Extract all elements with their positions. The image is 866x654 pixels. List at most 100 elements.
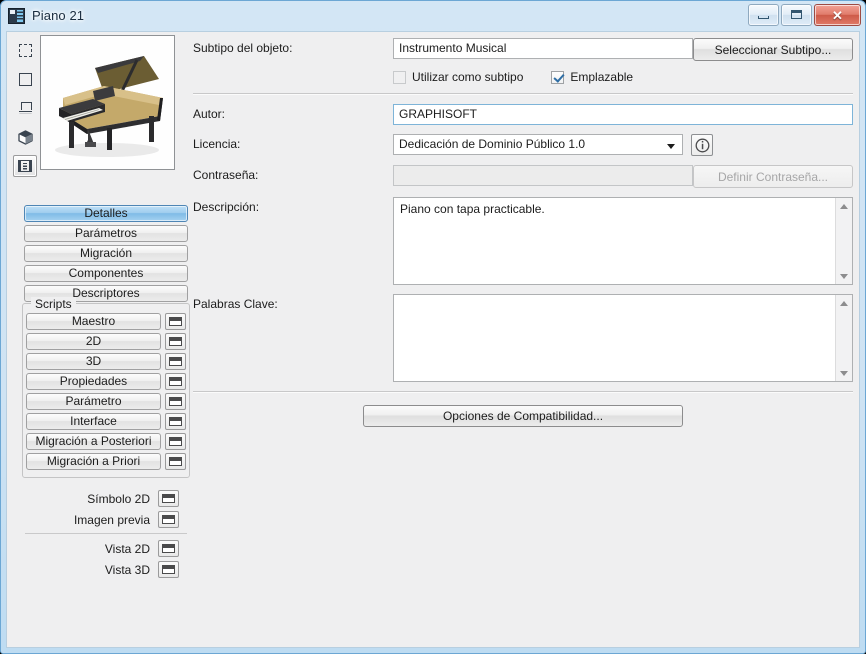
description-scrollbar[interactable]	[835, 198, 852, 284]
license-info-button[interactable]	[691, 134, 713, 156]
filmstrip-icon	[18, 160, 32, 172]
sidebar-item-migracion[interactable]: Migración	[24, 245, 188, 262]
minimize-icon	[758, 16, 769, 19]
open-window-icon-simbolo-2d[interactable]	[158, 490, 179, 507]
archicad-object-icon	[8, 7, 25, 24]
open-window-icon-3d[interactable]	[165, 353, 186, 370]
subtype-label: Subtipo del objeto:	[193, 41, 293, 55]
checkbox-label-utilizar-como-subtipo: Utilizar como subtipo	[412, 70, 524, 84]
title-bar: Piano 21 ✕	[1, 1, 865, 30]
checkbox-utilizar-como-subtipo[interactable]: Utilizar como subtipo	[393, 70, 523, 84]
keywords-textarea[interactable]	[393, 294, 853, 382]
script-row-migracion-priori: Migración a Priori	[26, 453, 186, 470]
keywords-row: Palabras Clave:	[193, 294, 853, 382]
open-window-icon-migracion-a-priori[interactable]	[165, 453, 186, 470]
script-row-2d: 2D	[26, 333, 186, 350]
sidebar-item-parametros[interactable]: Parámetros	[24, 225, 188, 242]
window-controls: ✕	[748, 4, 861, 26]
restore-button[interactable]	[781, 4, 812, 26]
license-select[interactable]: Dedicación de Dominio Público 1.0	[393, 134, 683, 155]
description-row: Descripción: Piano con tapa practicable.	[193, 197, 853, 285]
subtype-options-row: Utilizar como subtipo Emplazable	[193, 70, 853, 84]
scripts-group: Scripts Maestro 2D 3D Propiedades Paráme…	[22, 297, 190, 478]
author-input[interactable]: GRAPHISOFT	[393, 104, 853, 125]
2d-symbol-dashed-icon[interactable]	[13, 39, 37, 61]
preview-square-icon[interactable]	[13, 68, 37, 90]
3d-cube-icon[interactable]	[13, 126, 37, 148]
scroll-down-icon-description[interactable]	[836, 268, 852, 284]
script-button-3d[interactable]: 3D	[26, 353, 161, 370]
subtype-options-spacer	[193, 70, 393, 73]
open-window-icon-migracion-a-posteriori[interactable]	[165, 433, 186, 450]
checkbox-label-emplazable: Emplazable	[570, 70, 634, 84]
sidebar-item-detalles[interactable]: Detalles	[24, 205, 188, 222]
checkbox-box-emplazable[interactable]	[551, 70, 565, 84]
details-panel: Subtipo del objeto: Instrumento Musical …	[193, 38, 853, 427]
script-button-propiedades[interactable]: Propiedades	[26, 373, 161, 390]
subtype-input[interactable]: Instrumento Musical	[393, 38, 693, 59]
cube-icon	[17, 129, 33, 145]
panel-divider-top	[193, 93, 853, 95]
open-window-icon-propiedades[interactable]	[165, 373, 186, 390]
script-row-migracion-posteriori: Migración a Posteriori	[26, 433, 186, 450]
restore-icon	[791, 10, 802, 19]
select-subtype-button[interactable]: Seleccionar Subtipo...	[693, 38, 853, 61]
script-row-3d: 3D	[26, 353, 186, 370]
script-row-parametro: Parámetro	[26, 393, 186, 410]
view-row-label-vista-2d: Vista 2D	[104, 541, 150, 556]
password-label: Contraseña:	[193, 168, 259, 182]
scroll-up-icon-description[interactable]	[836, 198, 852, 214]
object-preview	[40, 35, 175, 170]
minimize-button[interactable]	[748, 4, 779, 26]
script-button-maestro[interactable]: Maestro	[26, 313, 161, 330]
checkbox-emplazable[interactable]: Emplazable	[551, 70, 633, 84]
view-row-imagen-previa: Imagen previa	[22, 509, 190, 530]
license-label: Licencia:	[193, 137, 241, 151]
keywords-scrollbar[interactable]	[835, 295, 852, 381]
open-window-icon-parametro[interactable]	[165, 393, 186, 410]
preview-row	[10, 35, 175, 177]
open-window-icon-2d[interactable]	[165, 333, 186, 350]
view-row-vista-2d: Vista 2D	[22, 538, 190, 559]
checkbox-box-utilizar-como-subtipo[interactable]	[393, 70, 406, 84]
sidebar-divider	[25, 533, 187, 534]
open-window-icon-vista-2d[interactable]	[158, 540, 179, 557]
script-row-maestro: Maestro	[26, 313, 186, 330]
script-button-parametro[interactable]: Parámetro	[26, 393, 161, 410]
client-area: Detalles Parámetros Migración Componente…	[6, 31, 860, 648]
script-button-interface[interactable]: Interface	[26, 413, 161, 430]
script-button-migracion-a-posteriori[interactable]: Migración a Posteriori	[26, 433, 161, 450]
open-window-icon-vista-3d[interactable]	[158, 561, 179, 578]
scroll-down-icon-keywords[interactable]	[836, 365, 852, 381]
sidebar-item-componentes[interactable]: Componentes	[24, 265, 188, 282]
script-row-interface: Interface	[26, 413, 186, 430]
close-button[interactable]: ✕	[814, 4, 861, 26]
script-button-migracion-a-priori[interactable]: Migración a Priori	[26, 453, 161, 470]
sidebar: Detalles Parámetros Migración Componente…	[10, 33, 190, 648]
nav-button-list: Detalles Parámetros Migración Componente…	[24, 205, 188, 305]
open-window-icon-interface[interactable]	[165, 413, 186, 430]
square-icon	[18, 72, 32, 86]
view-row-label-vista-3d: Vista 3D	[104, 562, 150, 577]
compatibility-row: Opciones de Compatibilidad...	[193, 405, 853, 427]
view-icon-column	[10, 35, 40, 177]
view-row-vista-3d: Vista 3D	[22, 559, 190, 580]
password-input[interactable]	[393, 165, 693, 186]
set-password-button[interactable]: Definir Contraseña...	[693, 165, 853, 188]
open-window-icon-imagen-previa[interactable]	[158, 511, 179, 528]
details-list-icon[interactable]	[13, 155, 37, 177]
panel-divider-bottom	[193, 391, 853, 393]
script-button-2d[interactable]: 2D	[26, 333, 161, 350]
dashed-square-icon	[18, 43, 32, 57]
keywords-text	[394, 295, 852, 303]
license-row: Licencia: Dedicación de Dominio Público …	[193, 134, 853, 156]
password-row: Contraseña: Definir Contraseña...	[193, 165, 853, 188]
window-title: Piano 21	[32, 8, 85, 23]
scroll-up-icon-keywords[interactable]	[836, 295, 852, 311]
open-window-icon-maestro[interactable]	[165, 313, 186, 330]
compatibility-options-button[interactable]: Opciones de Compatibilidad...	[363, 405, 683, 427]
object-settings-window: Piano 21 ✕ Detalles Parámetros Migración…	[0, 0, 866, 654]
author-label: Autor:	[193, 107, 226, 121]
description-textarea[interactable]: Piano con tapa practicable.	[393, 197, 853, 285]
floor-plan-icon[interactable]	[13, 97, 37, 119]
